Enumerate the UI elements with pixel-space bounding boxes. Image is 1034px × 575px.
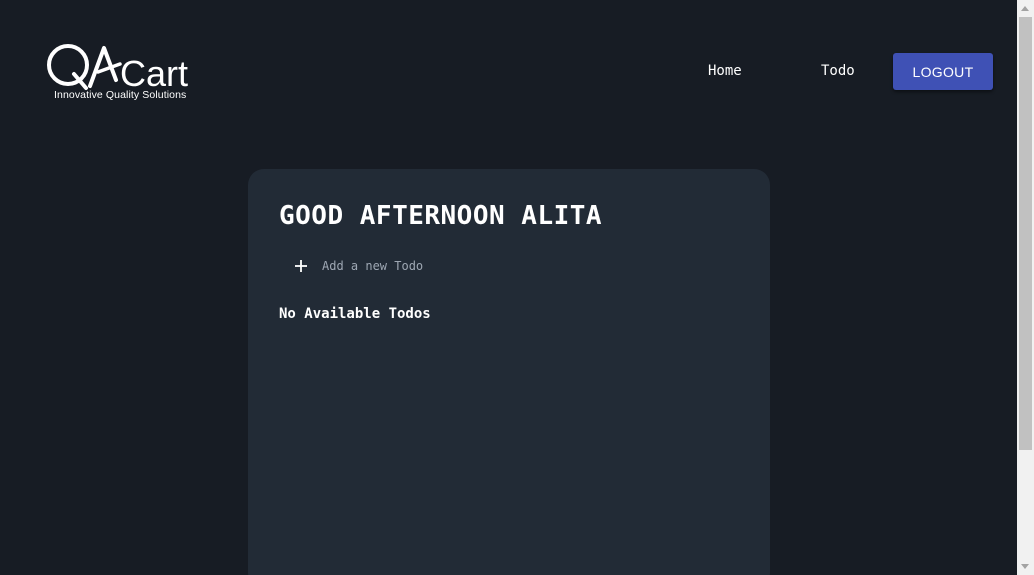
qacart-logo-mark: Cart [47,44,188,92]
scroll-down-arrow-icon[interactable] [1021,564,1029,569]
empty-todos-message: No Available Todos [279,306,431,322]
scrollbar-thumb[interactable] [1019,17,1032,450]
plus-icon [295,260,307,272]
scroll-up-arrow-icon[interactable] [1021,6,1029,11]
todo-card: GOOD AFTERNOON ALITA Add a new Todo No A… [248,169,770,575]
add-todo-label: Add a new Todo [322,259,424,273]
greeting-heading: GOOD AFTERNOON ALITA [279,201,603,231]
qacart-logo[interactable]: Cart Innovative Quality Solutions [46,42,198,104]
logout-button[interactable]: LOGOUT [893,53,993,90]
page: Cart Innovative Quality Solutions Home T… [0,0,1017,575]
nav-home-link[interactable]: Home [708,63,742,79]
add-todo-button[interactable]: Add a new Todo [294,259,423,273]
vertical-scrollbar[interactable] [1017,0,1034,575]
logo-tagline: Innovative Quality Solutions [54,89,187,101]
nav-todo-link[interactable]: Todo [821,63,855,79]
svg-text:Cart: Cart [120,53,188,92]
